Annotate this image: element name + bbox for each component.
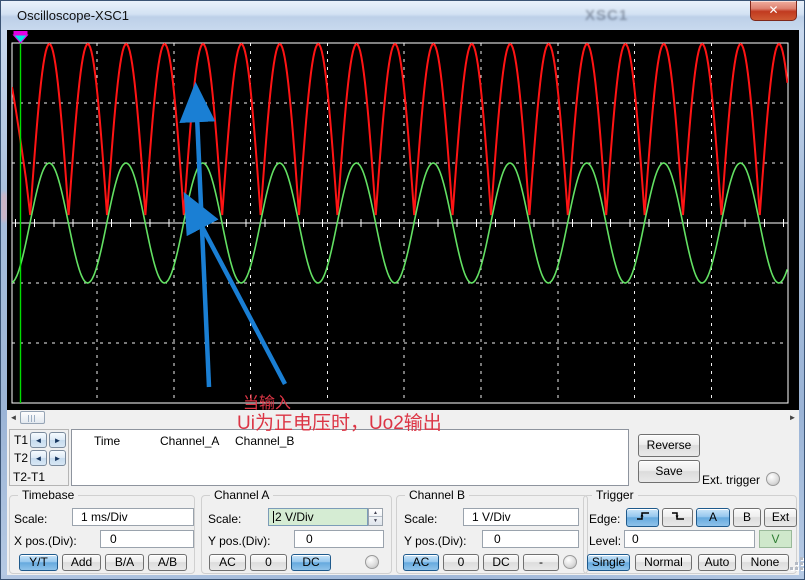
spinner-up-icon[interactable]: ▲: [369, 509, 382, 517]
scope-graticule: [7, 30, 799, 410]
trigger-auto-button[interactable]: Auto: [698, 554, 736, 571]
save-button[interactable]: Save: [638, 460, 700, 483]
falling-edge-button[interactable]: [662, 508, 693, 527]
timebase-xpos-label: X pos.(Div):: [14, 534, 77, 548]
t2-right-button[interactable]: ►: [49, 450, 66, 466]
reverse-button[interactable]: Reverse: [638, 434, 700, 457]
cursor-t1-label: T1: [14, 433, 28, 447]
timebase-add-button[interactable]: Add: [62, 554, 101, 571]
ext-trigger-indicator: [766, 472, 780, 486]
cursor-t2-label: T2: [14, 451, 28, 465]
channel-a-scale-label: Scale:: [208, 512, 241, 526]
channel-a-scale-spinner[interactable]: ▲▼: [368, 508, 383, 526]
scrollbar-left-icon[interactable]: ◄: [7, 410, 20, 425]
oscilloscope-window: Oscilloscope-XSC1 XSC1 ✕ 当输入 Ui为正电压时，Uo2…: [0, 0, 805, 580]
rising-edge-icon: [636, 510, 650, 522]
trigger-source-ext-button[interactable]: Ext: [764, 508, 797, 527]
trigger-legend: Trigger: [592, 488, 638, 502]
column-time: Time: [94, 434, 120, 448]
channel-b-ac-button[interactable]: AC: [403, 554, 439, 571]
channel-a-scale-value: 2 V/Div: [275, 510, 314, 524]
title-bar[interactable]: Oscilloscope-XSC1 XSC1 ✕: [1, 1, 805, 30]
trigger-none-button[interactable]: None: [741, 554, 789, 571]
t1-right-button[interactable]: ►: [49, 432, 66, 448]
channel-a-group: Channel A Scale: 2 V/Div ▲▼ Y pos.(Div):…: [201, 495, 392, 574]
t2-left-button[interactable]: ◄: [30, 450, 47, 466]
annotation-line-2: Ui为正电压时，Uo2输出: [237, 408, 442, 435]
scrollbar-right-icon[interactable]: ►: [786, 410, 799, 425]
channel-a-scale-input[interactable]: 2 V/Div: [268, 508, 368, 526]
channel-b-legend: Channel B: [405, 488, 469, 502]
channel-b-group: Channel B Scale: 1 V/Div Y pos.(Div): 0 …: [396, 495, 588, 574]
text-caret: [273, 511, 274, 523]
timebase-legend: Timebase: [18, 488, 78, 502]
t1-left-button[interactable]: ◄: [30, 432, 47, 448]
window-frame-right: [799, 30, 805, 576]
timebase-ab-button[interactable]: A/B: [148, 554, 187, 571]
cursor-t2-t1-label: T2-T1: [13, 470, 45, 484]
channel-b-ypos-input[interactable]: 0: [482, 530, 579, 548]
channel-a-ypos-input[interactable]: 0: [294, 530, 384, 548]
ext-trigger-label: Ext. trigger: [702, 473, 760, 487]
measurement-readout: Time Channel_A Channel_B: [71, 429, 629, 486]
channel-b-scale-label: Scale:: [404, 512, 437, 526]
background-watermark: XSC1: [585, 7, 628, 24]
rising-edge-button[interactable]: [626, 508, 659, 527]
timebase-group: Timebase Scale: 1 ms/Div X pos.(Div): 0 …: [9, 495, 195, 574]
spinner-down-icon[interactable]: ▼: [369, 517, 382, 525]
timebase-ba-button[interactable]: B/A: [105, 554, 144, 571]
timebase-xpos-input[interactable]: 0: [100, 530, 194, 548]
scrollbar-thumb[interactable]: [20, 411, 45, 424]
trigger-single-button[interactable]: Single: [587, 554, 630, 571]
trigger-level-input[interactable]: 0: [624, 530, 755, 548]
timebase-yt-button[interactable]: Y/T: [19, 554, 58, 571]
channel-a-zero-button[interactable]: 0: [250, 554, 287, 571]
trigger-edge-label: Edge:: [589, 512, 620, 526]
window-frame-bottom: [1, 575, 805, 580]
channel-b-dc-button[interactable]: DC: [483, 554, 519, 571]
channel-a-dc-button[interactable]: DC: [291, 554, 331, 571]
trigger-source-b-button[interactable]: B: [733, 508, 761, 527]
channel-b-zero-button[interactable]: 0: [443, 554, 479, 571]
channel-a-ypos-label: Y pos.(Div):: [208, 534, 270, 548]
channel-a-legend: Channel A: [210, 488, 273, 502]
trigger-source-a-button[interactable]: A: [696, 508, 730, 527]
timebase-scale-input[interactable]: 1 ms/Div: [72, 508, 194, 526]
trigger-normal-button[interactable]: Normal: [635, 554, 692, 571]
scrollbar-grip: [28, 415, 37, 422]
column-channel-b: Channel_B: [235, 434, 294, 448]
trigger-level-label: Level:: [589, 534, 621, 548]
trigger-group: Trigger Edge: A B Ext Level: 0 V Single …: [583, 495, 797, 574]
column-channel-a: Channel_A: [160, 434, 219, 448]
channel-b-indicator: [563, 555, 577, 569]
close-icon: ✕: [768, 3, 778, 17]
falling-edge-icon: [671, 510, 685, 522]
channel-b-ypos-label: Y pos.(Div):: [404, 534, 466, 548]
scope-display[interactable]: [7, 30, 799, 410]
channel-a-ac-button[interactable]: AC: [209, 554, 246, 571]
channel-b-scale-input[interactable]: 1 V/Div: [463, 508, 579, 526]
resize-grip[interactable]: [790, 557, 804, 571]
window-title: Oscilloscope-XSC1: [17, 8, 129, 23]
close-button[interactable]: ✕: [750, 1, 797, 21]
timebase-scale-label: Scale:: [14, 512, 47, 526]
cursor-control-box: T1 ◄ ► T2 ◄ ► T2-T1: [9, 429, 69, 486]
channel-b-minus-button[interactable]: -: [523, 554, 559, 571]
trigger-level-unit[interactable]: V: [759, 530, 792, 548]
channel-a-indicator: [365, 555, 379, 569]
